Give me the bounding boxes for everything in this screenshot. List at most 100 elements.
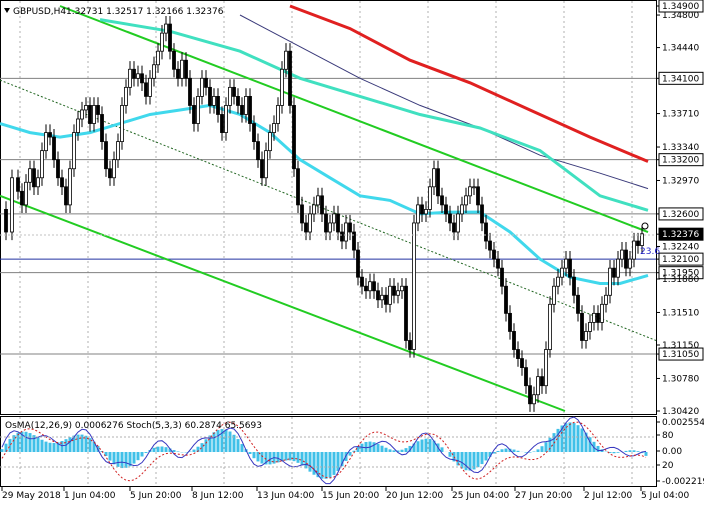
candle-body <box>88 105 92 124</box>
candle-body <box>456 213 460 233</box>
candle-body <box>208 86 212 106</box>
osma-bar <box>420 439 424 452</box>
candle-body <box>52 136 56 161</box>
time-label: 8 Jun 12:00 <box>192 491 244 501</box>
osma-bar <box>496 450 500 452</box>
osma-bar <box>268 452 272 465</box>
candle-body <box>516 349 520 359</box>
candle-body <box>160 32 164 52</box>
osma-bar <box>512 449 516 452</box>
osma-bar <box>48 442 52 452</box>
candle-body <box>640 233 644 246</box>
candle-body <box>276 105 280 124</box>
candle-body <box>348 222 352 233</box>
price-label: 1.32376 <box>662 230 699 240</box>
candle-body <box>300 204 304 224</box>
osma-bar <box>540 446 544 452</box>
osma-bar <box>500 449 504 452</box>
osma-bar <box>160 446 164 452</box>
candle-body <box>636 240 640 246</box>
osma-bar <box>52 442 56 452</box>
candle-body <box>460 204 464 215</box>
candle-body <box>296 168 300 206</box>
osma-bar <box>356 446 360 452</box>
candle-body <box>16 177 20 192</box>
osma-bar <box>388 449 392 452</box>
osma-bar <box>212 432 216 452</box>
candle-body <box>168 23 172 52</box>
candle-body <box>84 105 88 111</box>
osma-bar <box>40 439 44 452</box>
candle-body <box>132 68 136 79</box>
candle-body <box>304 222 308 233</box>
candle-body <box>444 204 448 215</box>
osma-bar <box>204 439 208 452</box>
candle-body <box>48 132 52 138</box>
candle-body <box>60 177 64 188</box>
osma-bar <box>460 452 464 469</box>
candle-body <box>140 73 144 84</box>
candle-body <box>396 290 400 296</box>
osma-bar <box>416 441 420 452</box>
osma-bar <box>296 452 300 463</box>
osma-bar <box>380 445 384 452</box>
osma-bar <box>572 423 576 452</box>
osma-bar <box>372 442 376 452</box>
osma-bar <box>456 452 460 466</box>
osma-bar <box>284 452 288 461</box>
candle-body <box>24 181 28 206</box>
candle-body <box>192 105 196 124</box>
candle-body <box>400 285 404 292</box>
time-label: 1 Jun 04:00 <box>64 491 116 501</box>
osma-bar <box>516 450 520 452</box>
osma-bar <box>580 428 584 452</box>
osma-bar <box>612 452 616 454</box>
osma-bar <box>308 452 312 472</box>
osma-bar <box>144 452 148 453</box>
chart-window[interactable]: 23.6 1.349001.348001.344401.341001.33710… <box>0 0 704 506</box>
candle-body <box>216 96 220 115</box>
candle-body <box>500 267 504 287</box>
candle-body <box>244 96 248 115</box>
candle-body <box>180 59 184 79</box>
candle-body <box>344 222 348 242</box>
candle-body <box>260 159 264 179</box>
price-label: 1.32100 <box>662 255 699 265</box>
indicator-axis-label: 80 <box>662 431 674 441</box>
osma-bar <box>24 431 28 452</box>
osma-bar <box>116 452 120 467</box>
candle-body <box>224 105 228 133</box>
candle-body <box>508 312 512 332</box>
candle-body <box>10 177 14 233</box>
trendline-handle-icon[interactable] <box>641 222 649 230</box>
candle-body <box>312 204 316 215</box>
osma-bar <box>320 452 324 479</box>
candle-body <box>568 258 572 278</box>
price-label: 1.32600 <box>662 210 699 220</box>
candle-body <box>44 132 48 152</box>
candle-body <box>236 96 240 106</box>
time-label: 25 Jun 04:00 <box>452 491 509 501</box>
price-label: 1.31880 <box>662 275 699 285</box>
osma-bar <box>364 442 368 452</box>
price-label: 1.34440 <box>662 44 699 54</box>
main-plot-frame[interactable] <box>0 0 657 415</box>
osma-bar <box>28 433 32 452</box>
osma-bar <box>404 448 408 452</box>
time-label: 5 Jun 20:00 <box>130 491 182 501</box>
candle-body <box>144 82 148 97</box>
candle-body <box>184 59 188 79</box>
osma-bar <box>276 452 280 463</box>
indicator-axis-label: 20 <box>662 461 674 471</box>
fib-label: 23.6 <box>640 247 660 257</box>
candle-body <box>624 249 628 269</box>
candle-body <box>96 105 100 115</box>
candle-body <box>536 376 540 396</box>
osma-bar <box>108 452 112 461</box>
candle-body <box>376 290 380 301</box>
osma-bar <box>112 452 116 465</box>
candle-body <box>488 240 492 251</box>
candle-body <box>200 77 204 97</box>
candle-body <box>384 294 388 305</box>
osma-bar <box>44 441 48 452</box>
